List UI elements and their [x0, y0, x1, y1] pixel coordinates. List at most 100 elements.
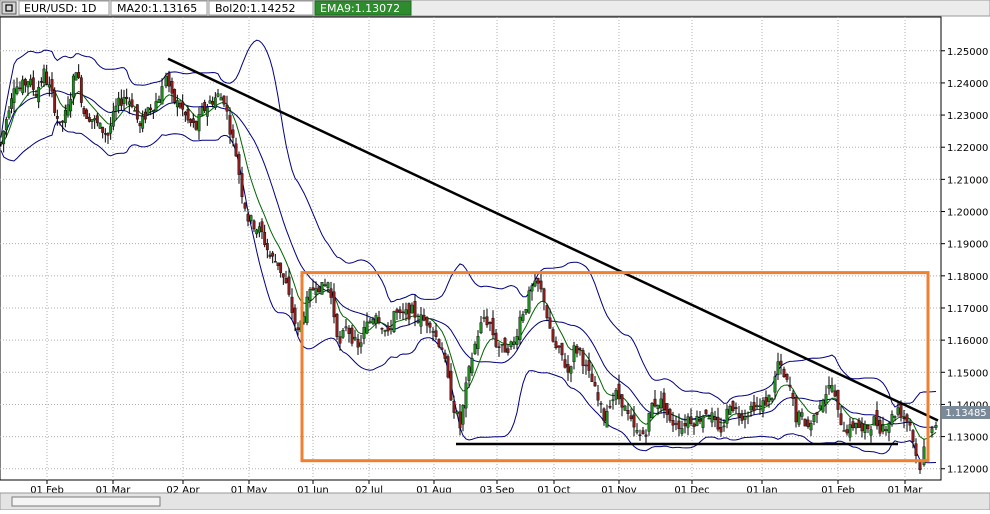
candle-body — [326, 282, 330, 289]
candle-body — [146, 107, 150, 115]
candle-body — [791, 392, 795, 399]
candle-body — [85, 109, 89, 119]
candle-body — [15, 86, 19, 94]
candle-body — [273, 261, 277, 263]
plot-area — [0, 16, 942, 481]
candle-body — [431, 331, 435, 333]
candle-body — [512, 341, 516, 345]
candle-body — [45, 71, 49, 85]
candle-body — [79, 77, 83, 103]
candle-body — [111, 111, 115, 127]
y-tick-label: 1.19000 — [947, 240, 988, 251]
candle-body — [542, 288, 546, 303]
candle-body — [905, 414, 909, 423]
candle-body — [416, 321, 420, 323]
candle-body — [422, 314, 426, 321]
candle-body — [281, 273, 285, 278]
candle-body — [647, 413, 651, 432]
candle-body — [764, 397, 768, 406]
candle-body — [216, 93, 220, 97]
candle-body — [767, 394, 771, 402]
candle-body — [213, 97, 217, 108]
candle-body — [173, 89, 177, 103]
candle-body — [228, 115, 232, 135]
candle-body — [797, 411, 801, 425]
candle-body — [440, 347, 444, 350]
candle-body — [42, 68, 46, 83]
candle-body — [776, 361, 780, 375]
candle-body — [566, 364, 570, 373]
candle-body — [557, 345, 561, 348]
candle-body — [178, 103, 182, 108]
ema-label: EMA9:1.13072 — [320, 2, 400, 15]
candle-body — [205, 107, 209, 117]
candle-body — [4, 119, 8, 131]
candle-body — [191, 118, 195, 123]
candle-body — [66, 104, 70, 116]
candle-body — [605, 411, 609, 428]
bol-label: Bol20:1.14252 — [215, 2, 296, 15]
candle-body — [674, 423, 678, 425]
candle-body — [130, 99, 134, 107]
candle-body — [317, 286, 321, 293]
candle-body — [824, 394, 828, 405]
candle-body — [311, 287, 315, 291]
candle-body — [7, 110, 11, 118]
candle-body — [34, 94, 38, 97]
candle-body — [332, 291, 336, 318]
window-menu-icon[interactable] — [1, 1, 17, 15]
candle-body — [773, 376, 777, 393]
candle-body — [467, 366, 471, 381]
y-tick-label: 1.22000 — [947, 143, 988, 154]
candle-body — [812, 415, 816, 423]
candle-body — [290, 296, 294, 313]
current-price-tag: 1.13485 — [942, 406, 990, 419]
candle-body — [707, 417, 711, 420]
candle-body — [341, 330, 345, 338]
price-chart: EUR/USD: 1D MA20:1.13165 Bol20:1.14252 E… — [0, 0, 990, 511]
candle-body — [350, 327, 354, 344]
candle-body — [461, 404, 465, 425]
scrollbar-thumb[interactable] — [11, 496, 161, 507]
candle-body — [55, 116, 59, 119]
candle-body — [338, 336, 342, 344]
candle-body — [401, 311, 405, 314]
candle-body — [815, 412, 819, 415]
candle-body — [710, 412, 714, 423]
candle-body — [500, 344, 504, 346]
candle-body — [593, 382, 597, 387]
candle-body — [680, 428, 684, 434]
candle-body — [143, 111, 147, 120]
candle-body — [114, 105, 118, 112]
candle-body — [53, 90, 57, 113]
candle-body — [863, 424, 867, 433]
candle-body — [58, 121, 62, 123]
candle-body — [410, 304, 414, 314]
candle-body — [63, 110, 67, 124]
candle-body — [584, 364, 588, 367]
candle-body — [527, 290, 531, 313]
candle-body — [848, 424, 852, 438]
candle-body — [902, 417, 906, 420]
candle-body — [138, 123, 142, 127]
candle-body — [845, 429, 849, 434]
candle-body — [671, 420, 675, 426]
y-tick-label: 1.24000 — [947, 79, 988, 90]
y-tick-label: 1.13000 — [947, 433, 988, 444]
candle-body — [701, 415, 705, 428]
candle-body — [419, 314, 423, 327]
candle-body — [428, 322, 432, 328]
candle-body — [0, 143, 3, 145]
candle-body — [141, 116, 145, 129]
candle-body — [398, 309, 402, 314]
candle-body — [296, 327, 300, 331]
candle-body — [265, 243, 269, 251]
candle-body — [686, 416, 690, 428]
candle-body — [788, 384, 792, 388]
candle-body — [611, 399, 615, 402]
candle-body — [237, 154, 241, 175]
candle-body — [908, 422, 912, 426]
candle-body — [458, 411, 462, 429]
candle-body — [722, 425, 726, 428]
candle-body — [26, 81, 30, 88]
